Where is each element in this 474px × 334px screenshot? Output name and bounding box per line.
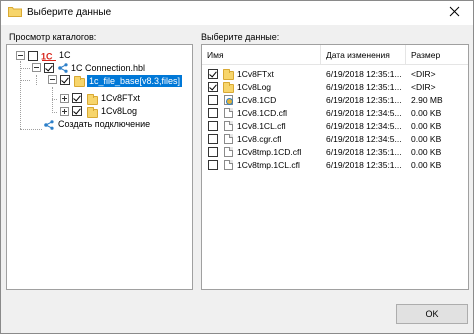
file-size: <DIR> bbox=[411, 69, 436, 79]
column-header-name[interactable]: Имя bbox=[202, 45, 321, 65]
file-icon bbox=[224, 147, 233, 157]
file-icon bbox=[224, 108, 233, 118]
row-checkbox[interactable] bbox=[208, 134, 218, 144]
list-item[interactable]: 1Cv8Log 6/19/2018 12:35:1... <DIR> bbox=[202, 81, 468, 93]
row-checkbox[interactable] bbox=[208, 82, 218, 92]
list-item[interactable]: 1Cv8tmp.1CD.cfl 6/19/2018 12:35:1... 0.0… bbox=[202, 146, 468, 158]
catalog-tree[interactable]: 1С 1C 1C Connection.hbl 1c_file_base[v8.… bbox=[6, 44, 193, 290]
column-header-date[interactable]: Дата изменения bbox=[321, 45, 406, 65]
file-date: 6/19/2018 12:34:5... bbox=[326, 121, 402, 131]
file-name: 1Cv8tmp.1CD.cfl bbox=[237, 147, 302, 157]
folder-icon bbox=[223, 82, 234, 93]
expand-connection-toggle[interactable] bbox=[32, 63, 41, 72]
folder-icon bbox=[74, 76, 85, 87]
connection-checkbox[interactable] bbox=[44, 63, 54, 73]
1c-logo-icon: 1С bbox=[41, 51, 57, 62]
list-item[interactable]: 1Cv8.1CD 6/19/2018 12:35:1... 2.90 MB bbox=[202, 94, 468, 106]
expand-child-toggle[interactable] bbox=[60, 107, 69, 116]
expand-child-toggle[interactable] bbox=[60, 94, 69, 103]
row-checkbox[interactable] bbox=[208, 121, 218, 131]
file-icon bbox=[224, 121, 233, 131]
tree-connection-label[interactable]: 1C Connection.hbl bbox=[71, 62, 145, 74]
share-icon bbox=[44, 120, 54, 132]
file-icon bbox=[224, 134, 233, 144]
file-date: 6/19/2018 12:34:5... bbox=[326, 134, 402, 144]
title-bar: Выберите данные bbox=[1, 1, 473, 25]
tree-child-label[interactable]: 1Cv8FTxt bbox=[101, 92, 140, 104]
dialog-window: Выберите данные Просмотр каталогов: Выбе… bbox=[0, 0, 474, 334]
list-item[interactable]: 1Cv8.1CL.cfl 6/19/2018 12:34:5... 0.00 K… bbox=[202, 120, 468, 132]
tree-root-label[interactable]: 1C bbox=[59, 49, 71, 61]
file-name: 1Cv8Log bbox=[237, 82, 272, 92]
file-size: 2.90 MB bbox=[411, 95, 443, 105]
row-checkbox[interactable] bbox=[208, 147, 218, 157]
folder-icon bbox=[223, 69, 234, 80]
row-checkbox[interactable] bbox=[208, 69, 218, 79]
expand-base-toggle[interactable] bbox=[48, 75, 57, 84]
file-name: 1Cv8.1CD.cfl bbox=[237, 108, 288, 118]
child-checkbox[interactable] bbox=[72, 93, 82, 103]
folder-icon bbox=[87, 94, 98, 105]
folder-icon bbox=[87, 107, 98, 118]
child-checkbox[interactable] bbox=[72, 106, 82, 116]
ok-button[interactable]: OK bbox=[396, 304, 468, 324]
file-date: 6/19/2018 12:35:1... bbox=[326, 82, 402, 92]
close-button[interactable] bbox=[437, 1, 473, 23]
list-item[interactable]: 1Cv8tmp.1CL.cfl 6/19/2018 12:35:1... 0.0… bbox=[202, 159, 468, 171]
file-icon bbox=[224, 160, 233, 170]
file-size: 0.00 KB bbox=[411, 121, 442, 131]
root-checkbox[interactable] bbox=[28, 51, 38, 61]
file-date: 6/19/2018 12:35:1... bbox=[326, 160, 402, 170]
file-size: 0.00 KB bbox=[411, 160, 442, 170]
file-name: 1Cv8tmp.1CL.cfl bbox=[237, 160, 300, 170]
folder-icon bbox=[8, 6, 22, 17]
base-checkbox[interactable] bbox=[60, 75, 70, 85]
file-size: 0.00 KB bbox=[411, 108, 442, 118]
file-size: 0.00 KB bbox=[411, 134, 442, 144]
svg-text:1С: 1С bbox=[41, 52, 53, 62]
file-date: 6/19/2018 12:35:1... bbox=[326, 95, 402, 105]
share-icon bbox=[58, 63, 68, 75]
file-name: 1Cv8FTxt bbox=[237, 69, 274, 79]
close-icon bbox=[449, 6, 460, 17]
row-checkbox[interactable] bbox=[208, 160, 218, 170]
file-list[interactable]: Имя Дата изменения Размер 1Cv8FTxt 6/19/… bbox=[201, 44, 469, 290]
create-connection-link[interactable]: Создать подключение bbox=[58, 118, 150, 130]
column-header-size[interactable]: Размер bbox=[406, 45, 468, 65]
list-item[interactable]: 1Cv8.cgr.cfl 6/19/2018 12:34:5... 0.00 K… bbox=[202, 133, 468, 145]
file-date: 6/19/2018 12:35:1... bbox=[326, 69, 402, 79]
expand-root-toggle[interactable] bbox=[16, 51, 25, 60]
row-checkbox[interactable] bbox=[208, 95, 218, 105]
catalog-browser-label: Просмотр каталогов: bbox=[9, 32, 97, 42]
row-checkbox[interactable] bbox=[208, 108, 218, 118]
file-date: 6/19/2018 12:34:5... bbox=[326, 108, 402, 118]
file-date: 6/19/2018 12:35:1... bbox=[326, 147, 402, 157]
file-size: <DIR> bbox=[411, 82, 436, 92]
select-data-label: Выберите данные: bbox=[201, 32, 280, 42]
file-name: 1Cv8.1CL.cfl bbox=[237, 121, 286, 131]
tree-base-label[interactable]: 1c_file_base[v8.3,files] bbox=[87, 75, 183, 87]
list-item[interactable]: 1Cv8.1CD.cfl 6/19/2018 12:34:5... 0.00 K… bbox=[202, 107, 468, 119]
database-icon bbox=[224, 95, 233, 105]
tree-child-label[interactable]: 1Cv8Log bbox=[101, 105, 137, 117]
file-name: 1Cv8.cgr.cfl bbox=[237, 134, 282, 144]
window-title: Выберите данные bbox=[27, 7, 112, 18]
file-name: 1Cv8.1CD bbox=[237, 95, 277, 105]
list-item[interactable]: 1Cv8FTxt 6/19/2018 12:35:1... <DIR> bbox=[202, 68, 468, 80]
file-size: 0.00 KB bbox=[411, 147, 442, 157]
